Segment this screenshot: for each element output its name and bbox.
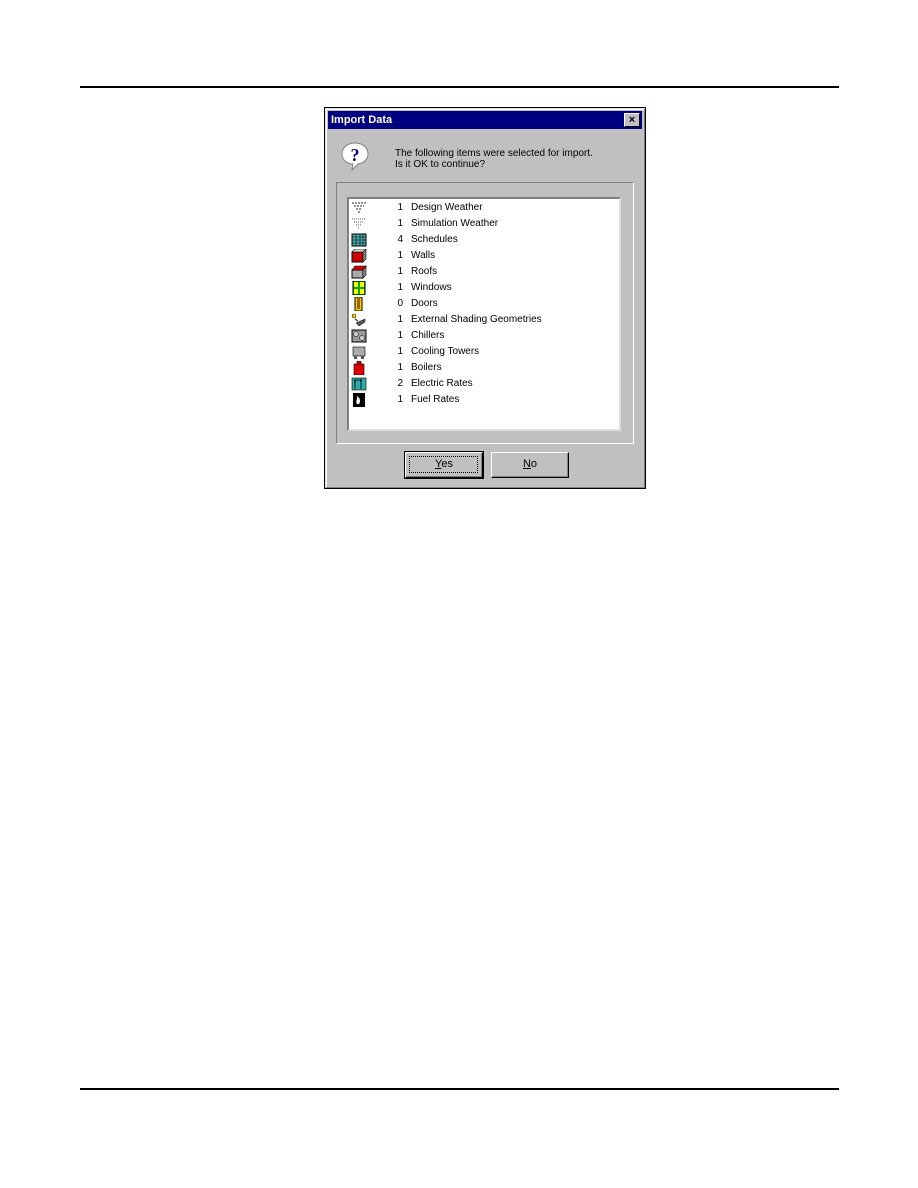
item-label: Roofs xyxy=(411,266,438,277)
focus-rect xyxy=(409,456,478,473)
close-button[interactable]: × xyxy=(624,113,640,127)
item-count: 1 xyxy=(397,346,403,357)
item-label: Boilers xyxy=(411,362,442,373)
item-label: Fuel Rates xyxy=(411,394,460,405)
list-item[interactable]: 1 Cooling Towers xyxy=(349,344,609,360)
roofs-icon xyxy=(351,265,367,279)
list-item[interactable]: 1 Chillers xyxy=(349,328,609,344)
close-icon: × xyxy=(628,114,636,126)
design-weather-icon xyxy=(352,202,366,213)
item-label: Design Weather xyxy=(411,202,483,213)
page-top-rule xyxy=(80,86,839,88)
list-item[interactable]: 1 Design Weather xyxy=(349,200,609,216)
item-count: 1 xyxy=(397,314,403,325)
items-group: 1 Design Weather 1 Simulation Weather 4 … xyxy=(336,182,634,444)
no-button[interactable]: No xyxy=(491,452,569,478)
item-label: Schedules xyxy=(411,234,458,245)
list-item[interactable]: 1 Simulation Weather xyxy=(349,216,609,232)
question-icon: ? xyxy=(341,142,369,172)
message-line-2: Is it OK to continue? xyxy=(395,159,486,170)
item-label: Chillers xyxy=(411,330,445,341)
no-mnemonic: N xyxy=(522,458,531,470)
item-count: 1 xyxy=(397,266,403,277)
list-item[interactable]: 0 Doors xyxy=(349,296,609,312)
title-bar[interactable]: Import Data × xyxy=(328,111,642,129)
item-count: 1 xyxy=(397,330,403,341)
item-label: External Shading Geometries xyxy=(411,314,542,325)
windows-icon xyxy=(352,281,366,295)
list-item[interactable]: 2 Electric Rates xyxy=(349,376,609,392)
confirm-message: The following items were selected for im… xyxy=(395,148,593,170)
item-label: Electric Rates xyxy=(411,378,473,389)
svg-text:?: ? xyxy=(351,145,360,165)
shading-icon xyxy=(351,313,366,327)
dialog-title: Import Data xyxy=(331,114,393,126)
import-items-list[interactable]: 1 Design Weather 1 Simulation Weather 4 … xyxy=(347,197,621,431)
item-count: 1 xyxy=(397,250,403,261)
import-data-dialog: Import Data × ? The following items were… xyxy=(324,107,646,489)
item-count: 0 xyxy=(397,298,403,309)
schedules-icon xyxy=(351,233,367,247)
item-count: 1 xyxy=(397,362,403,373)
list-item[interactable]: 1 Roofs xyxy=(349,264,609,280)
list-item[interactable]: 1 Fuel Rates xyxy=(349,392,609,408)
item-count: 2 xyxy=(397,378,403,389)
walls-icon xyxy=(351,249,367,263)
item-count: 1 xyxy=(397,394,403,405)
simulation-weather-icon xyxy=(352,218,366,229)
item-count: 1 xyxy=(397,282,403,293)
message-line-1: The following items were selected for im… xyxy=(395,148,593,159)
item-label: Doors xyxy=(411,298,438,309)
item-count: 1 xyxy=(397,218,403,229)
cooling-towers-icon xyxy=(352,346,366,359)
list-item[interactable]: 1 Windows xyxy=(349,280,609,296)
list-item[interactable]: 4 Schedules xyxy=(349,232,609,248)
item-label: Cooling Towers xyxy=(411,346,480,357)
doors-icon xyxy=(354,297,363,311)
chillers-icon xyxy=(351,329,367,343)
item-label: Simulation Weather xyxy=(411,218,499,229)
list-item[interactable]: 1 External Shading Geometries xyxy=(349,312,609,328)
item-label: Walls xyxy=(411,250,436,261)
boilers-icon xyxy=(353,361,365,375)
electric-rates-icon xyxy=(351,377,367,391)
no-label: o xyxy=(530,458,538,470)
list-item[interactable]: 1 Boilers xyxy=(349,360,609,376)
page-bottom-rule xyxy=(80,1088,839,1090)
list-item[interactable]: 1 Walls xyxy=(349,248,609,264)
yes-button[interactable]: Yes xyxy=(404,451,484,479)
item-count: 1 xyxy=(397,202,403,213)
item-count: 4 xyxy=(397,234,403,245)
item-label: Windows xyxy=(411,282,452,293)
fuel-rates-icon xyxy=(353,393,365,407)
